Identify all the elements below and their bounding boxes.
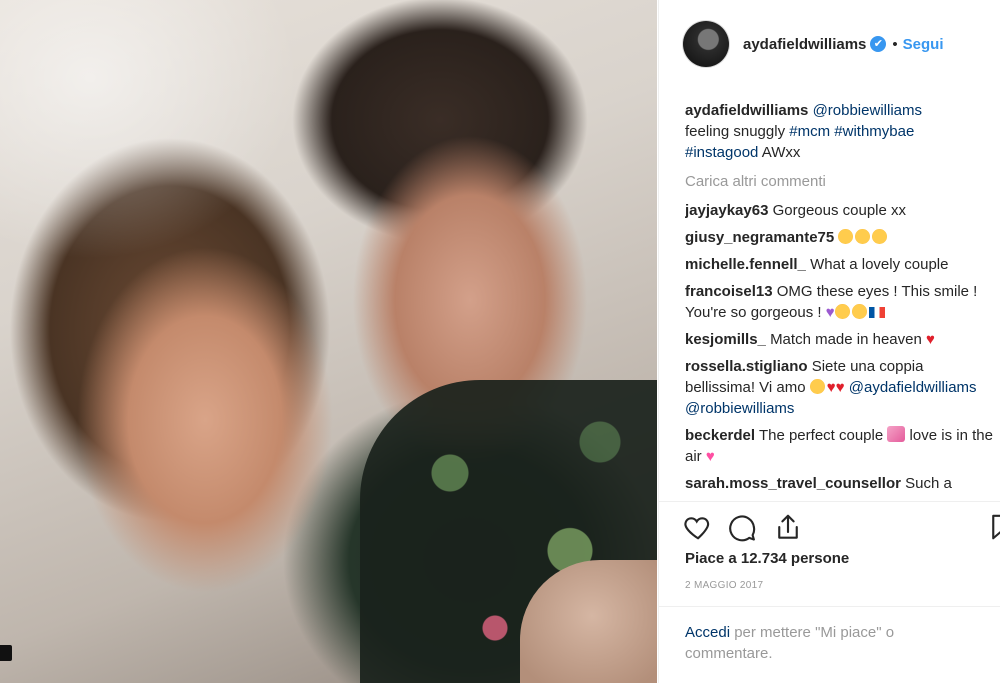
comment-user[interactable]: giusy_negramante75 xyxy=(685,229,834,246)
red-heart-emoji-icon: ♥ xyxy=(835,379,845,396)
share-icon[interactable] xyxy=(773,512,803,542)
bookmark-icon[interactable] xyxy=(987,512,1000,542)
kiss-emoji-icon xyxy=(851,304,867,319)
comment: kesjomills_ Match made in heaven ♥ xyxy=(685,329,993,350)
post-sidebar: aydafieldwilliams ✔ • Segui aydafieldwil… xyxy=(658,0,1000,683)
comment: michelle.fennell_ What a lovely couple xyxy=(685,254,993,275)
comment: beckerdel The perfect couple love is in … xyxy=(685,425,993,467)
comment-text: The perfect couple xyxy=(758,427,884,444)
caption-hashtag[interactable]: #mcm xyxy=(789,123,830,140)
heart-eyes-emoji-icon xyxy=(838,229,854,244)
comment-text: Such a xyxy=(905,475,952,492)
comment: francoisel13 OMG these eyes ! This smile… xyxy=(685,281,993,323)
divider xyxy=(659,606,1000,607)
photo-highlight xyxy=(0,0,300,260)
france-flag-emoji-icon xyxy=(868,307,885,318)
caption-text: feeling snuggly xyxy=(685,123,786,140)
sparkling-heart-emoji-icon: ♥ xyxy=(705,448,715,465)
comment: rossella.stigliano Siete una coppia bell… xyxy=(685,356,993,419)
red-heart-emoji-icon: ♥ xyxy=(926,331,935,348)
comment-text: Match made in heaven xyxy=(770,331,922,348)
header-username[interactable]: aydafieldwilliams xyxy=(743,36,866,53)
divider xyxy=(659,501,1000,502)
post-photo[interactable] xyxy=(0,0,657,683)
comment-user[interactable]: jayjaykay63 xyxy=(685,202,768,219)
login-link[interactable]: Accedi xyxy=(685,624,730,641)
comment-mention[interactable]: @robbiewilliams xyxy=(685,400,794,417)
photo-corner-icon xyxy=(0,645,12,661)
comments-list[interactable]: aydafieldwilliams @robbiewilliams feelin… xyxy=(685,100,993,498)
post-header: aydafieldwilliams ✔ • Segui xyxy=(683,16,1000,72)
avatar[interactable] xyxy=(683,21,729,67)
red-heart-emoji-icon: ♥ xyxy=(826,379,836,396)
login-prompt: Accedi per mettere "Mi piace" o commenta… xyxy=(685,622,975,664)
kiss-emoji-icon xyxy=(834,304,850,319)
comment: jayjaykay63 Gorgeous couple xx xyxy=(685,200,993,221)
comment-user[interactable]: michelle.fennell_ xyxy=(685,256,806,273)
caption-hashtag[interactable]: #withmybae xyxy=(834,123,914,140)
comment: giusy_negramante75 xyxy=(685,227,993,248)
heart-eyes-emoji-icon xyxy=(872,229,888,244)
comment-user[interactable]: beckerdel xyxy=(685,427,755,444)
likes-count[interactable]: Piace a 12.734 persone xyxy=(685,550,849,567)
comment-text: What a lovely couple xyxy=(810,256,949,273)
caption-mention[interactable]: @robbiewilliams xyxy=(813,102,922,119)
comment-user[interactable]: sarah.moss_travel_counsellor xyxy=(685,475,901,492)
heart-icon[interactable] xyxy=(683,512,713,542)
comment-icon[interactable] xyxy=(727,512,757,542)
action-bar xyxy=(683,512,1000,544)
header-separator: • xyxy=(892,35,898,53)
comment-user[interactable]: kesjomills_ xyxy=(685,331,766,348)
load-more-comments-button[interactable]: Carica altri commenti xyxy=(685,171,993,192)
caption-signoff: AWxx xyxy=(761,144,801,161)
couple-emoji-icon xyxy=(887,426,906,442)
caption: aydafieldwilliams @robbiewilliams feelin… xyxy=(685,100,993,163)
comment-mention[interactable]: @aydafieldwilliams xyxy=(849,379,977,396)
comment-user[interactable]: francoisel13 xyxy=(685,283,773,300)
caption-hashtag[interactable]: #instagood xyxy=(685,144,758,161)
heart-eyes-emoji-icon xyxy=(855,229,871,244)
purple-heart-emoji-icon: ♥ xyxy=(825,304,835,321)
comment: sarah.moss_travel_counsellor Such a xyxy=(685,473,993,494)
verified-badge-icon: ✔ xyxy=(870,36,887,52)
follow-button[interactable]: Segui xyxy=(903,36,944,53)
post-date: 2 MAGGIO 2017 xyxy=(685,580,764,591)
caption-author[interactable]: aydafieldwilliams xyxy=(685,102,808,119)
comment-text: Gorgeous couple xx xyxy=(772,202,907,219)
heart-eyes-emoji-icon xyxy=(809,379,825,394)
comment-user[interactable]: rossella.stigliano xyxy=(685,358,808,375)
